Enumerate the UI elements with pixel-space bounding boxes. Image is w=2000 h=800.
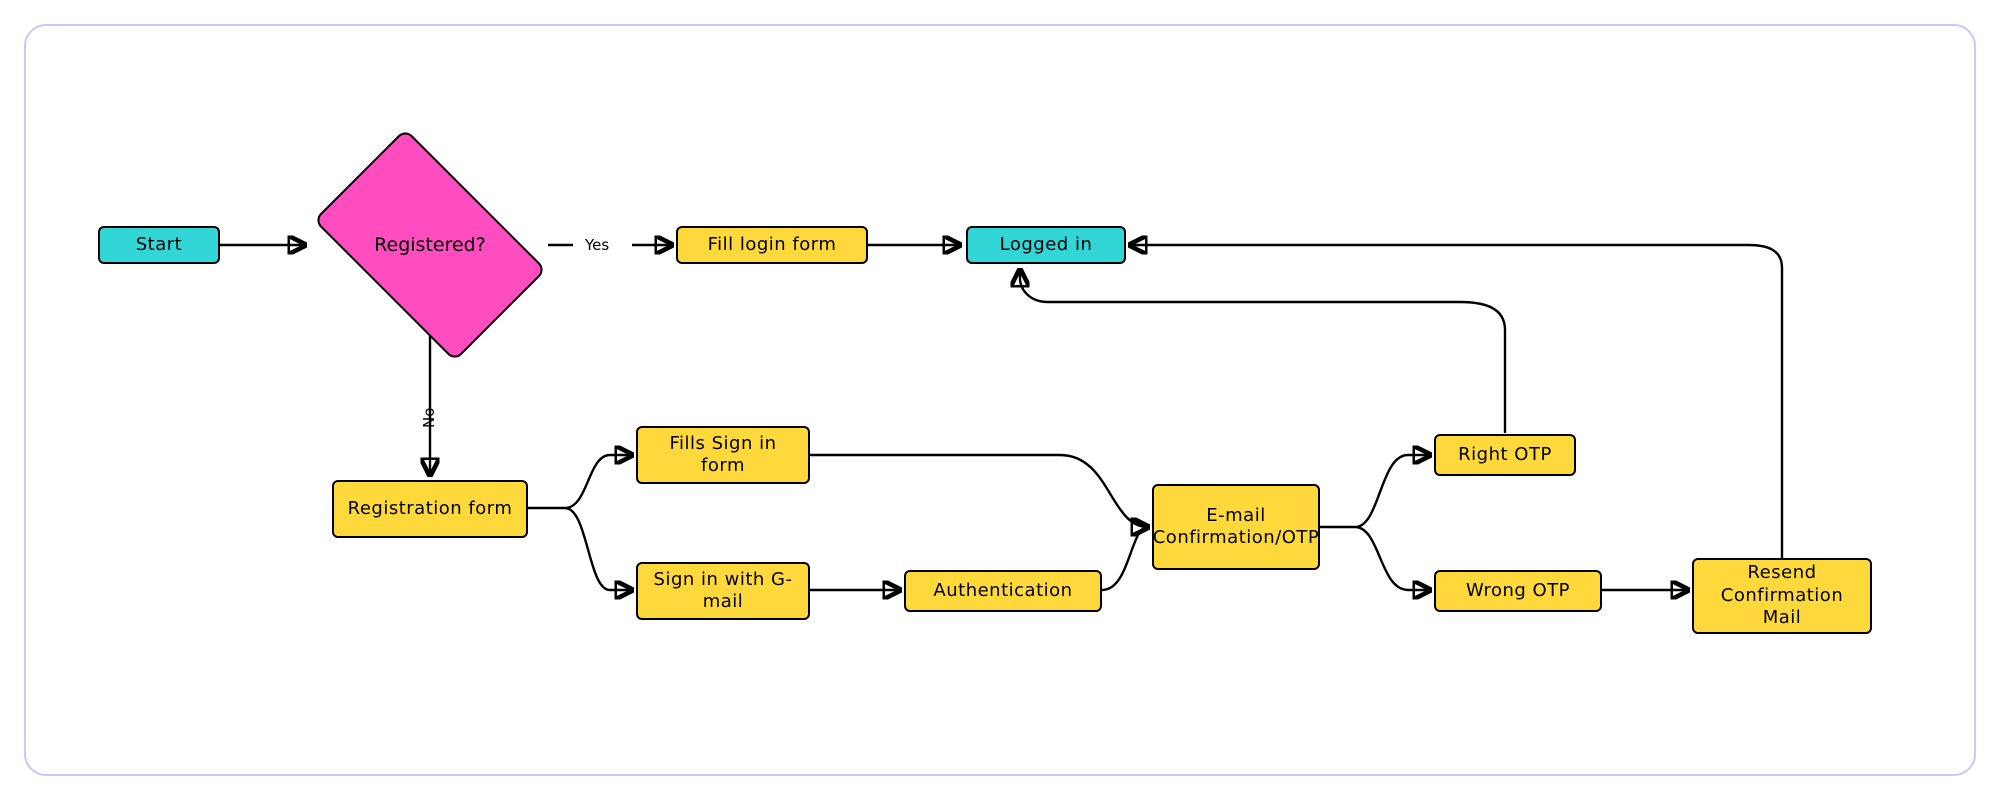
node-signin-with-gmail: Sign in with G-mail (636, 562, 810, 620)
node-start: Start (98, 226, 220, 264)
diagram-frame (24, 24, 1976, 776)
edge-label-no: No (420, 408, 438, 428)
diagram-canvas: Start Registered? Yes No Fill login form… (0, 0, 2000, 800)
node-logged-in: Logged in (966, 226, 1126, 264)
node-registered-label: Registered? (330, 180, 530, 310)
node-wrong-otp: Wrong OTP (1434, 570, 1602, 612)
node-fill-login-form: Fill login form (676, 226, 868, 264)
node-resend-confirmation-mail: Resend Confirmation Mail (1692, 558, 1872, 634)
node-fills-signin-form: Fills Sign in form (636, 426, 810, 484)
node-email-confirmation-otp: E-mail Confirmation/OTP (1152, 484, 1320, 570)
edge-label-yes: Yes (585, 236, 609, 254)
node-right-otp: Right OTP (1434, 434, 1576, 476)
node-registration-form: Registration form (332, 480, 528, 538)
node-authentication: Authentication (904, 570, 1102, 612)
